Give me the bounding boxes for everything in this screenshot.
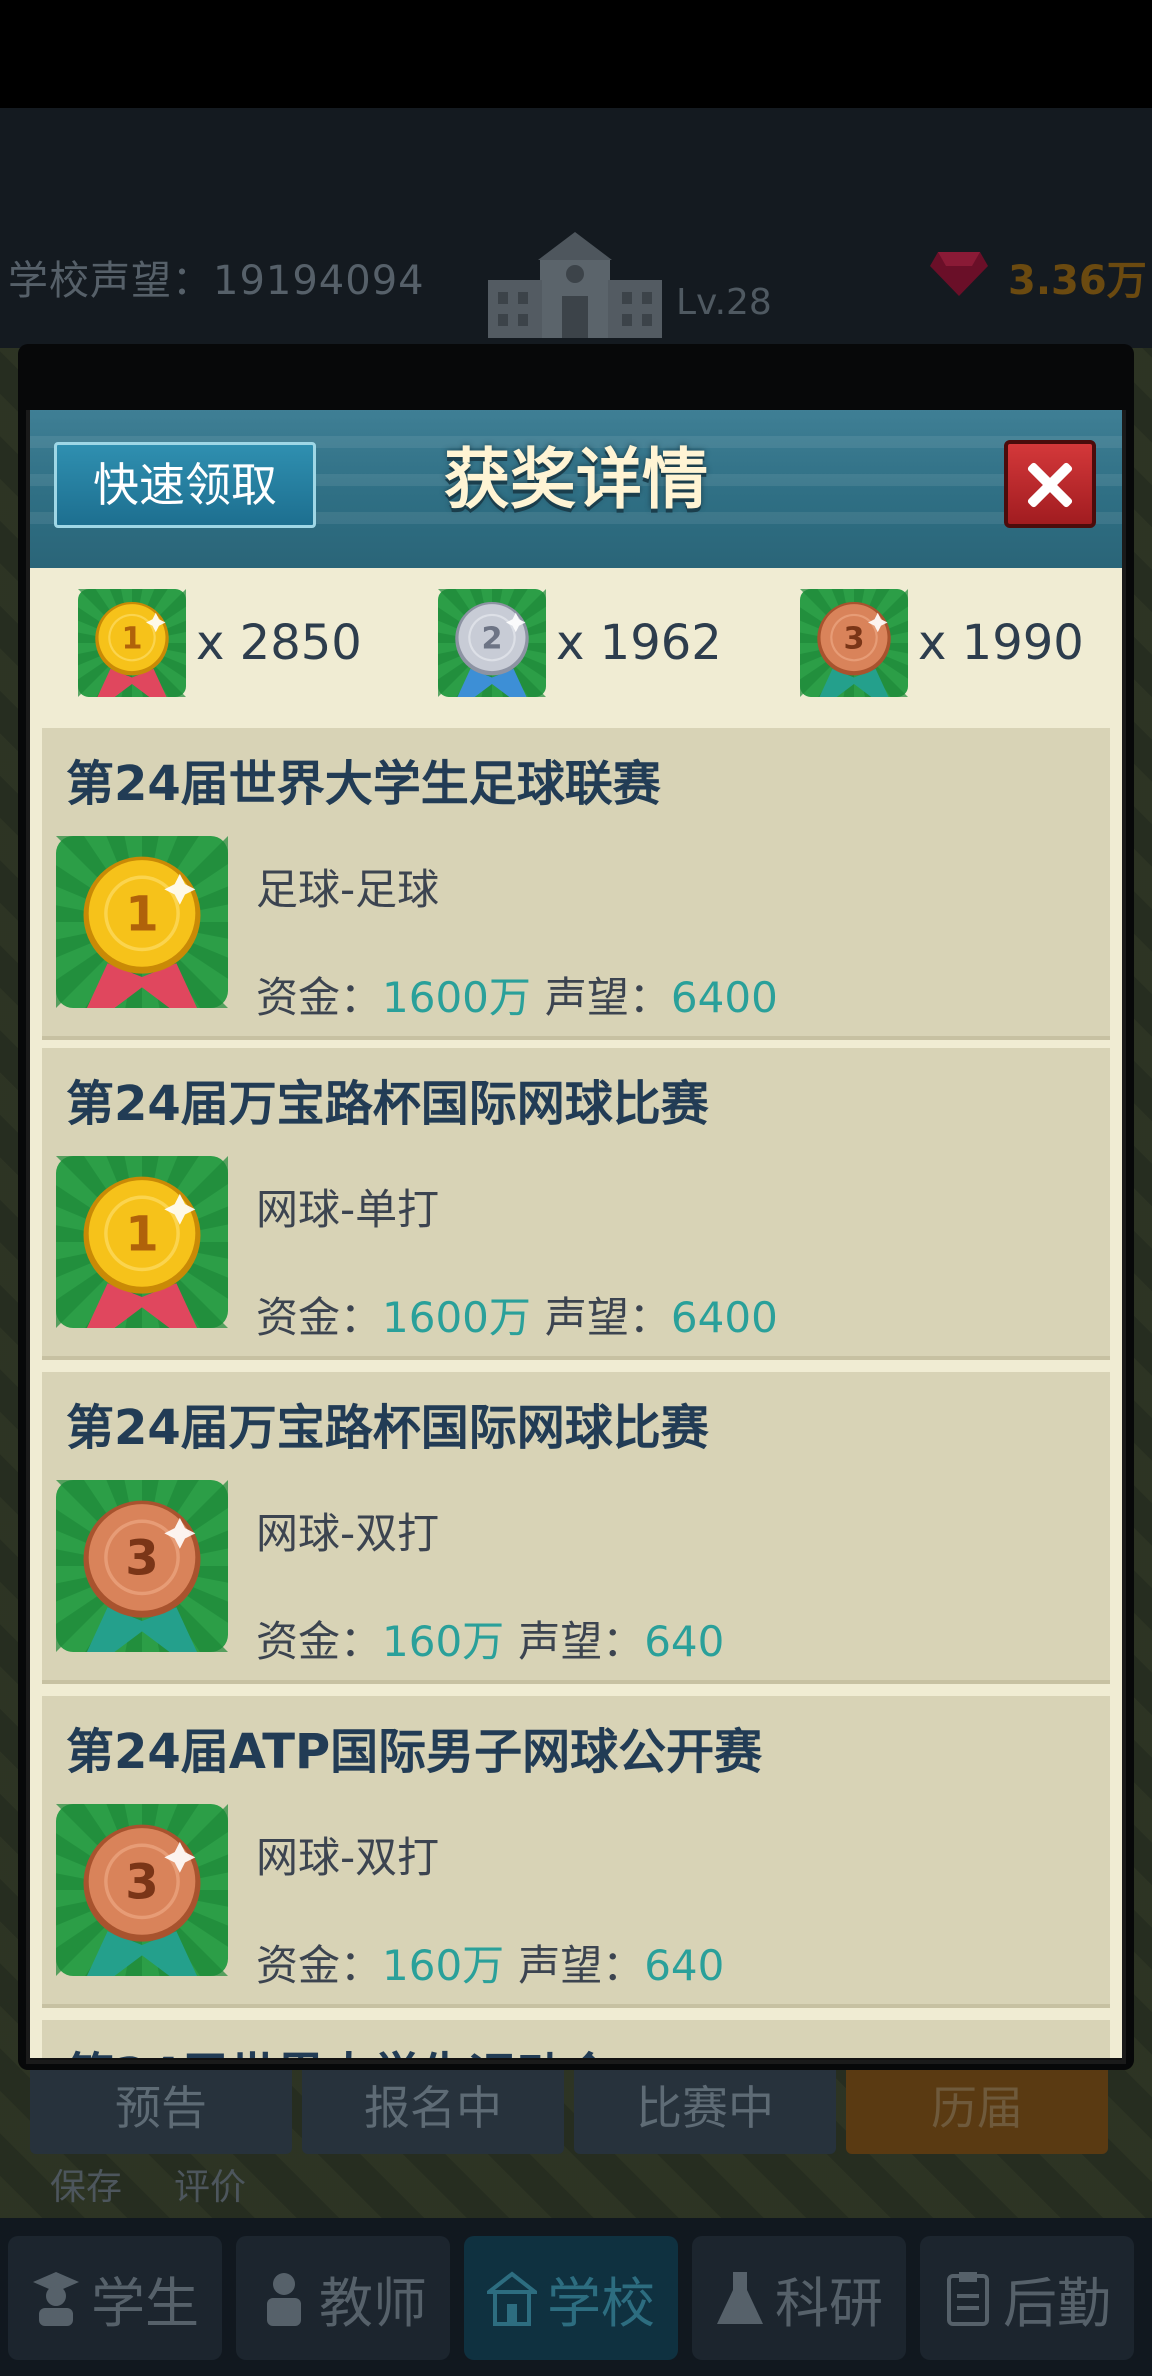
bronze-count: x 1990 bbox=[918, 615, 1084, 671]
award-rewards: 资金：1600万 声望：6400 bbox=[256, 973, 778, 1022]
bronze-medal-count: 3 x 1990 bbox=[767, 556, 1084, 730]
rate-link[interactable]: 评价 bbox=[174, 2167, 246, 2208]
medal-summary: 1 x 2850 2 x 1962 3 x 1990 bbox=[30, 556, 1122, 730]
bottom-nav: 学生 教师 学校 科研 后勤 bbox=[0, 2218, 1152, 2376]
award-sport: 网球-双打 bbox=[256, 1509, 440, 1558]
status-bar bbox=[0, 0, 1152, 108]
school-level: Lv.28 bbox=[676, 282, 772, 323]
nav-research-label: 科研 bbox=[775, 2271, 883, 2335]
modal-title: 获奖详情 bbox=[444, 441, 708, 518]
gold-medal-icon: 1 bbox=[34, 784, 280, 1060]
teacher-icon bbox=[267, 2273, 301, 2326]
nav-school-label: 学校 bbox=[547, 2271, 655, 2335]
tab-history[interactable]: 历届 bbox=[846, 2062, 1108, 2154]
tab-in-progress[interactable]: 比赛中 bbox=[574, 2062, 836, 2154]
award-rewards: 资金：1600万 声望：6400 bbox=[256, 1293, 778, 1342]
nav-students-label: 学生 bbox=[91, 2271, 199, 2335]
clipboard-icon bbox=[947, 2272, 989, 2326]
tab-registering[interactable]: 报名中 bbox=[302, 2062, 564, 2154]
nav-research[interactable]: 科研 bbox=[692, 2236, 906, 2360]
award-title: 第24届万宝路杯国际网球比赛 bbox=[66, 1076, 709, 1132]
award-title: 第24届世界大学生运动会 bbox=[66, 2036, 613, 2058]
fund-value: 1600万 bbox=[382, 973, 531, 1022]
award-card-partial: 第24届世界大学生运动会 bbox=[42, 2020, 1110, 2058]
nav-teachers[interactable]: 教师 bbox=[236, 2236, 450, 2360]
nav-teachers-label: 教师 bbox=[319, 2271, 427, 2335]
save-link[interactable]: 保存 bbox=[50, 2167, 122, 2208]
gold-medal-icon: 1 bbox=[45, 556, 219, 730]
gold-count: x 2850 bbox=[196, 615, 362, 671]
prestige-value: 6400 bbox=[670, 973, 778, 1022]
award-title: 第24届世界大学生足球联赛 bbox=[66, 756, 661, 812]
svg-text:3: 3 bbox=[125, 1531, 159, 1587]
svg-text:1: 1 bbox=[121, 621, 142, 656]
fund-value: 1600万 bbox=[382, 1293, 531, 1342]
award-sport: 网球-单打 bbox=[256, 1185, 440, 1234]
svg-text:3: 3 bbox=[843, 621, 864, 656]
bronze-medal-icon: 3 bbox=[34, 1752, 280, 2028]
fund-value: 160万 bbox=[382, 1941, 505, 1990]
gold-medal-count: 1 x 2850 bbox=[45, 556, 362, 730]
award-sport: 网球-双打 bbox=[256, 1833, 440, 1882]
silver-medal-count: 2 x 1962 bbox=[405, 556, 722, 730]
silver-medal-icon: 2 bbox=[405, 556, 579, 730]
award-sport: 足球-足球 bbox=[256, 865, 440, 914]
prestige-value: 640 bbox=[644, 1617, 725, 1666]
gold-medal-icon: 1 bbox=[34, 1104, 280, 1380]
school-building-icon bbox=[488, 232, 662, 338]
school-prestige: 学校声望：19194094 bbox=[8, 258, 425, 304]
award-rewards: 资金：160万 声望：640 bbox=[256, 1941, 725, 1990]
award-title: 第24届万宝路杯国际网球比赛 bbox=[66, 1400, 709, 1456]
award-card: 第24届万宝路杯国际网球比赛 3 网球-双打 资金：160万 声望：640 bbox=[34, 1372, 1110, 1704]
nav-logistics[interactable]: 后勤 bbox=[920, 2236, 1134, 2360]
modal-body: 1 x 2850 2 x 1962 3 x 1990 第24届世界大学生足球联赛… bbox=[30, 556, 1122, 2058]
flask-icon bbox=[717, 2272, 763, 2324]
gem-icon bbox=[930, 252, 988, 296]
competition-tabs: 预告 报名中 比赛中 历届 bbox=[30, 2062, 1120, 2154]
svg-text:1: 1 bbox=[125, 1207, 159, 1263]
prestige-value: 640 bbox=[644, 1941, 725, 1990]
bronze-medal-icon: 3 bbox=[34, 1428, 280, 1704]
prestige-value: 6400 bbox=[670, 1293, 778, 1342]
award-card: 第24届世界大学生足球联赛 1 足球-足球 资金：1600万 声望：6400 bbox=[34, 728, 1110, 1060]
award-list[interactable]: 第24届世界大学生足球联赛 1 足球-足球 资金：1600万 声望：6400 第2… bbox=[34, 720, 1118, 2058]
award-card: 第24届ATP国际男子网球公开赛 3 网球-双打 资金：160万 声望：640 bbox=[34, 1696, 1110, 2028]
award-card: 第24届万宝路杯国际网球比赛 1 网球-单打 资金：1600万 声望：6400 bbox=[34, 1048, 1110, 1380]
silver-count: x 1962 bbox=[556, 615, 722, 671]
svg-text:3: 3 bbox=[125, 1855, 159, 1911]
svg-text:1: 1 bbox=[125, 887, 159, 943]
award-rewards: 资金：160万 声望：640 bbox=[256, 1617, 725, 1666]
nav-logistics-label: 后勤 bbox=[1003, 2271, 1111, 2335]
award-title: 第24届ATP国际男子网球公开赛 bbox=[66, 1724, 763, 1780]
nav-school[interactable]: 学校 bbox=[464, 2236, 678, 2360]
tab-preview[interactable]: 预告 bbox=[30, 2062, 292, 2154]
close-button[interactable] bbox=[1004, 440, 1096, 528]
school-icon bbox=[487, 2271, 537, 2326]
fund-value: 160万 bbox=[382, 1617, 505, 1666]
quick-claim-button[interactable]: 快速领取 bbox=[54, 442, 316, 528]
bottom-links: 保存 评价 bbox=[50, 2158, 298, 2210]
bronze-medal-icon: 3 bbox=[767, 556, 941, 730]
student-icon bbox=[33, 2272, 79, 2326]
nav-students[interactable]: 学生 bbox=[8, 2236, 222, 2360]
gem-amount: 3.36万 bbox=[1008, 258, 1147, 304]
svg-text:2: 2 bbox=[481, 621, 502, 656]
